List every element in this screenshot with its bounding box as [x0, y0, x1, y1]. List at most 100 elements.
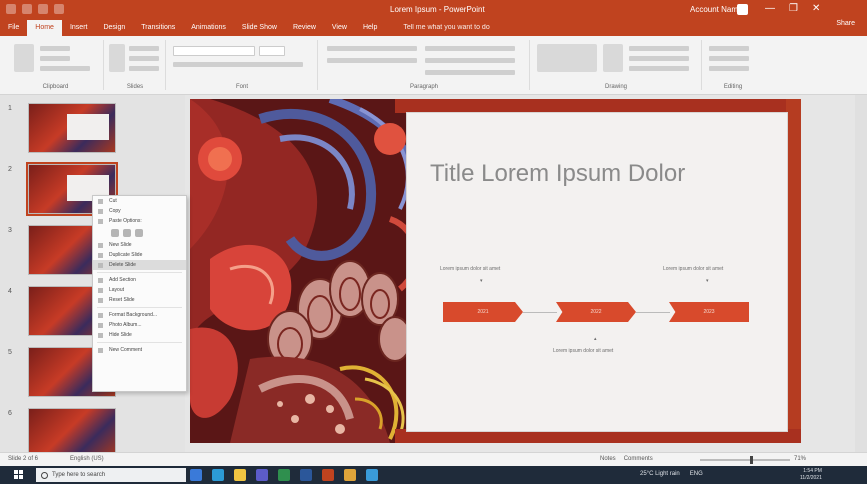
menu-item-delete-slide[interactable]: Delete Slide: [93, 260, 186, 270]
slide-number: 4: [8, 288, 12, 295]
redo-icon[interactable]: [54, 4, 64, 14]
close-button[interactable]: ✕: [812, 3, 820, 14]
maximize-button[interactable]: ❐: [789, 3, 798, 14]
ribbon-group-clipboard: Clipboard: [8, 40, 104, 90]
shapes-gallery[interactable]: [537, 44, 597, 72]
user-name[interactable]: Account Name: [690, 5, 742, 14]
taskbar-clock[interactable]: 1:54 PM 11/2/2021: [800, 468, 822, 482]
zoom-slider[interactable]: [700, 456, 790, 464]
menu-item-format-background[interactable]: Format Background...: [93, 310, 186, 320]
excel-icon[interactable]: [278, 469, 290, 481]
arrange-icon[interactable]: [603, 44, 623, 72]
share-button[interactable]: Share: [836, 20, 855, 27]
menu-item-label: Delete Slide: [109, 262, 136, 268]
autosave-icon[interactable]: [6, 4, 16, 14]
picture-icon[interactable]: [135, 229, 143, 237]
menu-item-paste-options[interactable]: Paste Options:: [93, 216, 186, 226]
menu-item-label: Layout: [109, 287, 125, 293]
file-explorer-icon[interactable]: [234, 469, 246, 481]
use-theme-icon[interactable]: [123, 229, 131, 237]
zoom-level[interactable]: 71%: [794, 456, 806, 462]
menu-item-label: Hide Slide: [109, 332, 132, 338]
menu-item-photo-album[interactable]: Photo Album...: [93, 320, 186, 330]
notes-button[interactable]: Notes: [600, 456, 616, 462]
menu-item-icon: [98, 313, 103, 318]
menu-separator: [97, 272, 182, 273]
powerpoint-icon[interactable]: [322, 469, 334, 481]
paste-icon[interactable]: [14, 44, 34, 72]
slide-number: 5: [8, 349, 12, 356]
slide-thumbnail[interactable]: [28, 408, 116, 458]
tab-file[interactable]: File: [0, 20, 27, 36]
menu-item-label: Add Section: [109, 277, 136, 283]
avatar[interactable]: [737, 4, 748, 15]
menu-item-layout[interactable]: Layout: [93, 285, 186, 295]
slide-title[interactable]: Title Lorem Ipsum Dolor: [430, 160, 685, 188]
window-title: Lorem Ipsum - PowerPoint: [390, 5, 485, 14]
minimize-button[interactable]: —: [765, 3, 775, 14]
ribbon-group-paragraph: Paragraph: [319, 40, 530, 90]
timeline-step-2[interactable]: 2022: [556, 302, 636, 322]
timeline-step-3[interactable]: 2023: [669, 302, 749, 322]
tab-design[interactable]: Design: [95, 20, 133, 36]
timeline-label-bottom[interactable]: Lorem ipsum dolor sit amet: [553, 348, 613, 354]
new-slide-icon[interactable]: [109, 44, 125, 72]
tab-home[interactable]: Home: [27, 20, 62, 36]
tab-slide-show[interactable]: Slide Show: [234, 20, 285, 36]
keep-source-icon[interactable]: [111, 229, 119, 237]
store-icon[interactable]: [256, 469, 268, 481]
menu-item-new-comment[interactable]: New Comment: [93, 345, 186, 355]
edge-icon[interactable]: [212, 469, 224, 481]
tab-help[interactable]: Help: [355, 20, 385, 36]
menu-item-label: New Comment: [109, 347, 143, 353]
undo-icon[interactable]: [38, 4, 48, 14]
vertical-scrollbar[interactable]: [855, 95, 867, 452]
font-family-select[interactable]: [173, 46, 255, 56]
menu-item-add-section[interactable]: Add Section: [93, 275, 186, 285]
group-label: Slides: [126, 84, 144, 90]
zoom-slider-knob[interactable]: [749, 456, 753, 464]
menu-item-hide-slide[interactable]: Hide Slide: [93, 330, 186, 340]
menu-item-reset-slide[interactable]: Reset Slide: [93, 295, 186, 305]
thumbnail-card: [67, 114, 109, 140]
marker-pin-icon: ▾: [706, 278, 709, 284]
comments-button[interactable]: Comments: [624, 456, 653, 462]
word-icon[interactable]: [300, 469, 312, 481]
language-icon[interactable]: ENG: [690, 471, 703, 477]
tab-transitions[interactable]: Transitions: [133, 20, 183, 36]
save-icon[interactable]: [22, 4, 32, 14]
menu-item-icon: [98, 278, 103, 283]
menu-item-cut[interactable]: Cut: [93, 196, 186, 206]
language-indicator[interactable]: English (US): [70, 456, 104, 462]
ribbon-group-slides: Slides: [105, 40, 166, 90]
tab-review[interactable]: Review: [285, 20, 324, 36]
menu-item-copy[interactable]: Copy: [93, 206, 186, 216]
status-right-controls: Notes Comments: [600, 456, 653, 462]
slide-thumbnail[interactable]: [28, 103, 116, 153]
app-icon[interactable]: [366, 469, 378, 481]
task-view-icon[interactable]: [190, 469, 202, 481]
menu-item-icon: [98, 199, 103, 204]
menu-item-icon: [98, 348, 103, 353]
weather-widget[interactable]: 25°C Light rain: [640, 471, 680, 477]
tab-view[interactable]: View: [324, 20, 355, 36]
ribbon-group-drawing: Drawing: [531, 40, 702, 90]
tab-animations[interactable]: Animations: [183, 20, 234, 36]
tab-insert[interactable]: Insert: [62, 20, 96, 36]
replace-button[interactable]: [709, 56, 749, 61]
tab-tell-me-what-you-want-to-do[interactable]: Tell me what you want to do: [395, 20, 497, 36]
timeline-label-right[interactable]: Lorem ipsum dolor sit amet: [663, 266, 723, 272]
timeline-label-left[interactable]: Lorem ipsum dolor sit amet: [440, 266, 500, 272]
menu-item-duplicate-slide[interactable]: Duplicate Slide: [93, 250, 186, 260]
app-icon[interactable]: [344, 469, 356, 481]
font-size-select[interactable]: [259, 46, 285, 56]
taskbar-search-input[interactable]: Type here to search: [36, 468, 186, 482]
windows-start-icon[interactable]: [14, 470, 24, 480]
taskbar-pinned-apps: [190, 469, 378, 481]
find-button[interactable]: [709, 46, 749, 51]
timeline-step-1[interactable]: 2021: [443, 302, 523, 322]
group-label: Clipboard: [42, 84, 69, 90]
menu-item-new-slide[interactable]: New Slide: [93, 240, 186, 250]
menu-item-icon: [98, 288, 103, 293]
select-button[interactable]: [709, 66, 749, 71]
